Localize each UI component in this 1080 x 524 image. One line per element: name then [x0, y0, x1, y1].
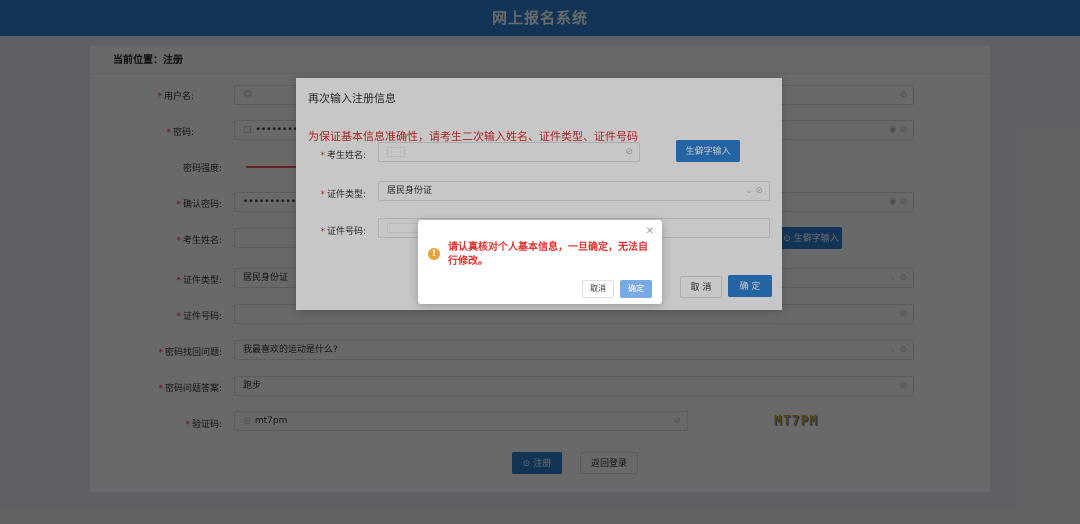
- close-icon[interactable]: ✕: [646, 226, 654, 237]
- confirm-message: 请认真核对个人基本信息，一旦确定，无法自行修改。: [448, 242, 648, 267]
- confirm-cancel-button[interactable]: 取消: [582, 280, 614, 298]
- confirm-ok-button[interactable]: 确定: [620, 280, 652, 298]
- confirm-dialog: ✕ ! 请认真核对个人基本信息，一旦确定，无法自行修改。 取消 确定: [418, 220, 662, 304]
- warning-icon: !: [428, 248, 440, 260]
